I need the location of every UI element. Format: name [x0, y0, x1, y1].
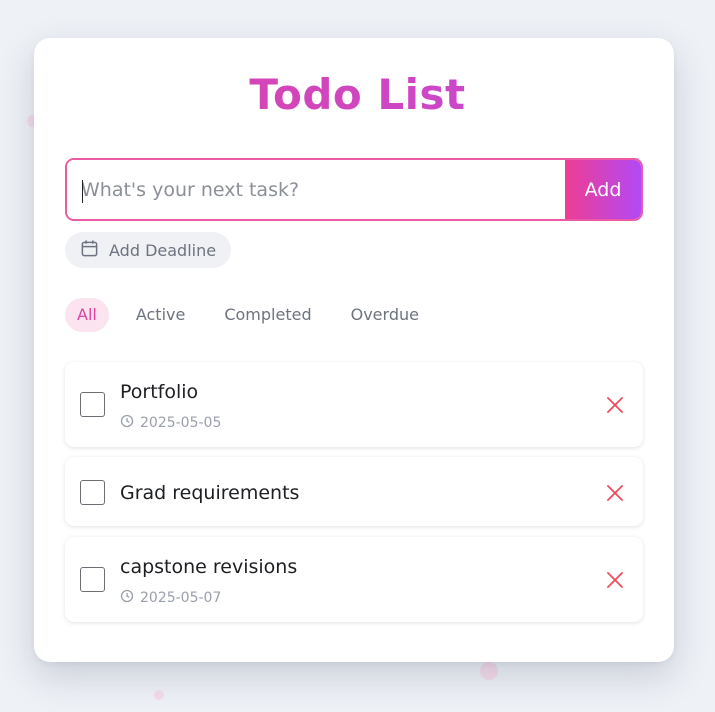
- background-decoration: [154, 690, 164, 700]
- todo-deadline: 2025-05-05: [120, 414, 221, 432]
- calendar-icon: [80, 239, 99, 262]
- text-cursor: [82, 180, 83, 203]
- delete-todo-button[interactable]: [606, 396, 624, 414]
- add-button[interactable]: Add: [565, 160, 641, 219]
- todo-item: Portfolio 2025-05-05: [65, 362, 643, 447]
- todo-item: Grad requirements: [65, 457, 643, 526]
- clock-icon: [120, 414, 134, 432]
- todo-text: Portfolio: [120, 381, 199, 403]
- delete-todo-button[interactable]: [606, 484, 624, 502]
- add-deadline-button[interactable]: Add Deadline: [65, 232, 231, 268]
- todo-text: capstone revisions: [120, 556, 298, 578]
- todo-item: capstone revisions 2025-05-07: [65, 537, 643, 622]
- add-deadline-label: Add Deadline: [109, 240, 217, 260]
- filter-overdue[interactable]: Overdue: [339, 298, 431, 332]
- todo-date-text: 2025-05-07: [140, 590, 222, 606]
- todo-deadline: 2025-05-07: [120, 589, 221, 607]
- todo-checkbox[interactable]: [80, 480, 105, 505]
- background-decoration: [480, 662, 498, 680]
- delete-todo-button[interactable]: [606, 571, 624, 589]
- new-task-form: Add: [65, 158, 643, 221]
- filter-tabs: All Active Completed Overdue: [65, 298, 431, 332]
- todo-checkbox[interactable]: [80, 392, 105, 417]
- todo-date-text: 2025-05-05: [140, 415, 222, 431]
- filter-completed[interactable]: Completed: [212, 298, 323, 332]
- todo-checkbox[interactable]: [80, 567, 105, 592]
- task-input[interactable]: [67, 160, 565, 219]
- todo-text: Grad requirements: [120, 482, 300, 504]
- filter-all[interactable]: All: [65, 298, 109, 332]
- page-title: Todo List: [0, 70, 715, 119]
- clock-icon: [120, 589, 134, 607]
- filter-active[interactable]: Active: [124, 298, 198, 332]
